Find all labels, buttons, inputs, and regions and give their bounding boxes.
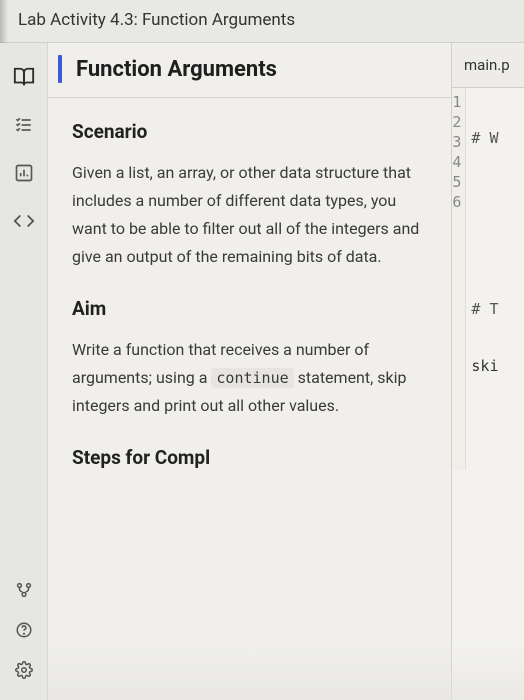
code-line[interactable]: # W [466,128,524,149]
line-number: 6 [452,192,465,212]
header-accent [58,55,62,83]
code-line[interactable]: ski [466,356,524,377]
main-content: Function Arguments Scenario Given a list… [0,42,524,700]
branch-icon[interactable] [0,570,48,610]
scenario-heading: Scenario [72,120,431,143]
instructions-pane: Function Arguments Scenario Given a list… [48,43,452,700]
steps-heading: Steps for Compl [72,446,431,469]
line-gutter: 1 2 3 4 5 6 [452,88,466,470]
sidebar [0,43,48,700]
lab-title: Function Arguments [142,10,295,30]
continue-code: continue [211,368,293,388]
code-line[interactable] [466,242,524,263]
instructions-body: Scenario Given a list, an array, or othe… [48,98,451,469]
book-icon[interactable] [0,53,48,101]
code-lines[interactable]: # W # T ski [466,88,524,470]
code-line[interactable]: # T [466,299,524,320]
tab-main[interactable]: main.p [452,43,524,88]
line-number: 2 [452,112,465,132]
code-line[interactable] [466,413,524,434]
lab-header: Lab Activity 4.3: Function Arguments [0,0,524,42]
code-editor[interactable]: 1 2 3 4 5 6 # W # T ski [452,88,524,470]
lab-prefix: Lab Activity 4.3: [18,10,138,30]
gear-icon[interactable] [0,650,48,690]
code-icon[interactable] [0,197,48,245]
page-title: Function Arguments [76,57,277,82]
code-line[interactable] [466,185,524,206]
checklist-icon[interactable] [0,101,48,149]
line-number: 4 [452,152,465,172]
help-icon[interactable] [0,610,48,650]
line-number: 5 [452,172,465,192]
aim-text: Write a function that receives a number … [72,336,431,420]
line-number: 3 [452,132,465,152]
aim-heading: Aim [72,297,431,320]
content-area: Function Arguments Scenario Given a list… [48,43,524,700]
scenario-text: Given a list, an array, or other data st… [72,159,431,271]
sidebar-bottom [0,570,47,690]
instructions-header: Function Arguments [48,43,451,98]
line-number: 1 [452,92,465,112]
bar-chart-icon[interactable] [0,149,48,197]
editor-pane: main.p 1 2 3 4 5 6 # W # T ski [452,43,524,700]
